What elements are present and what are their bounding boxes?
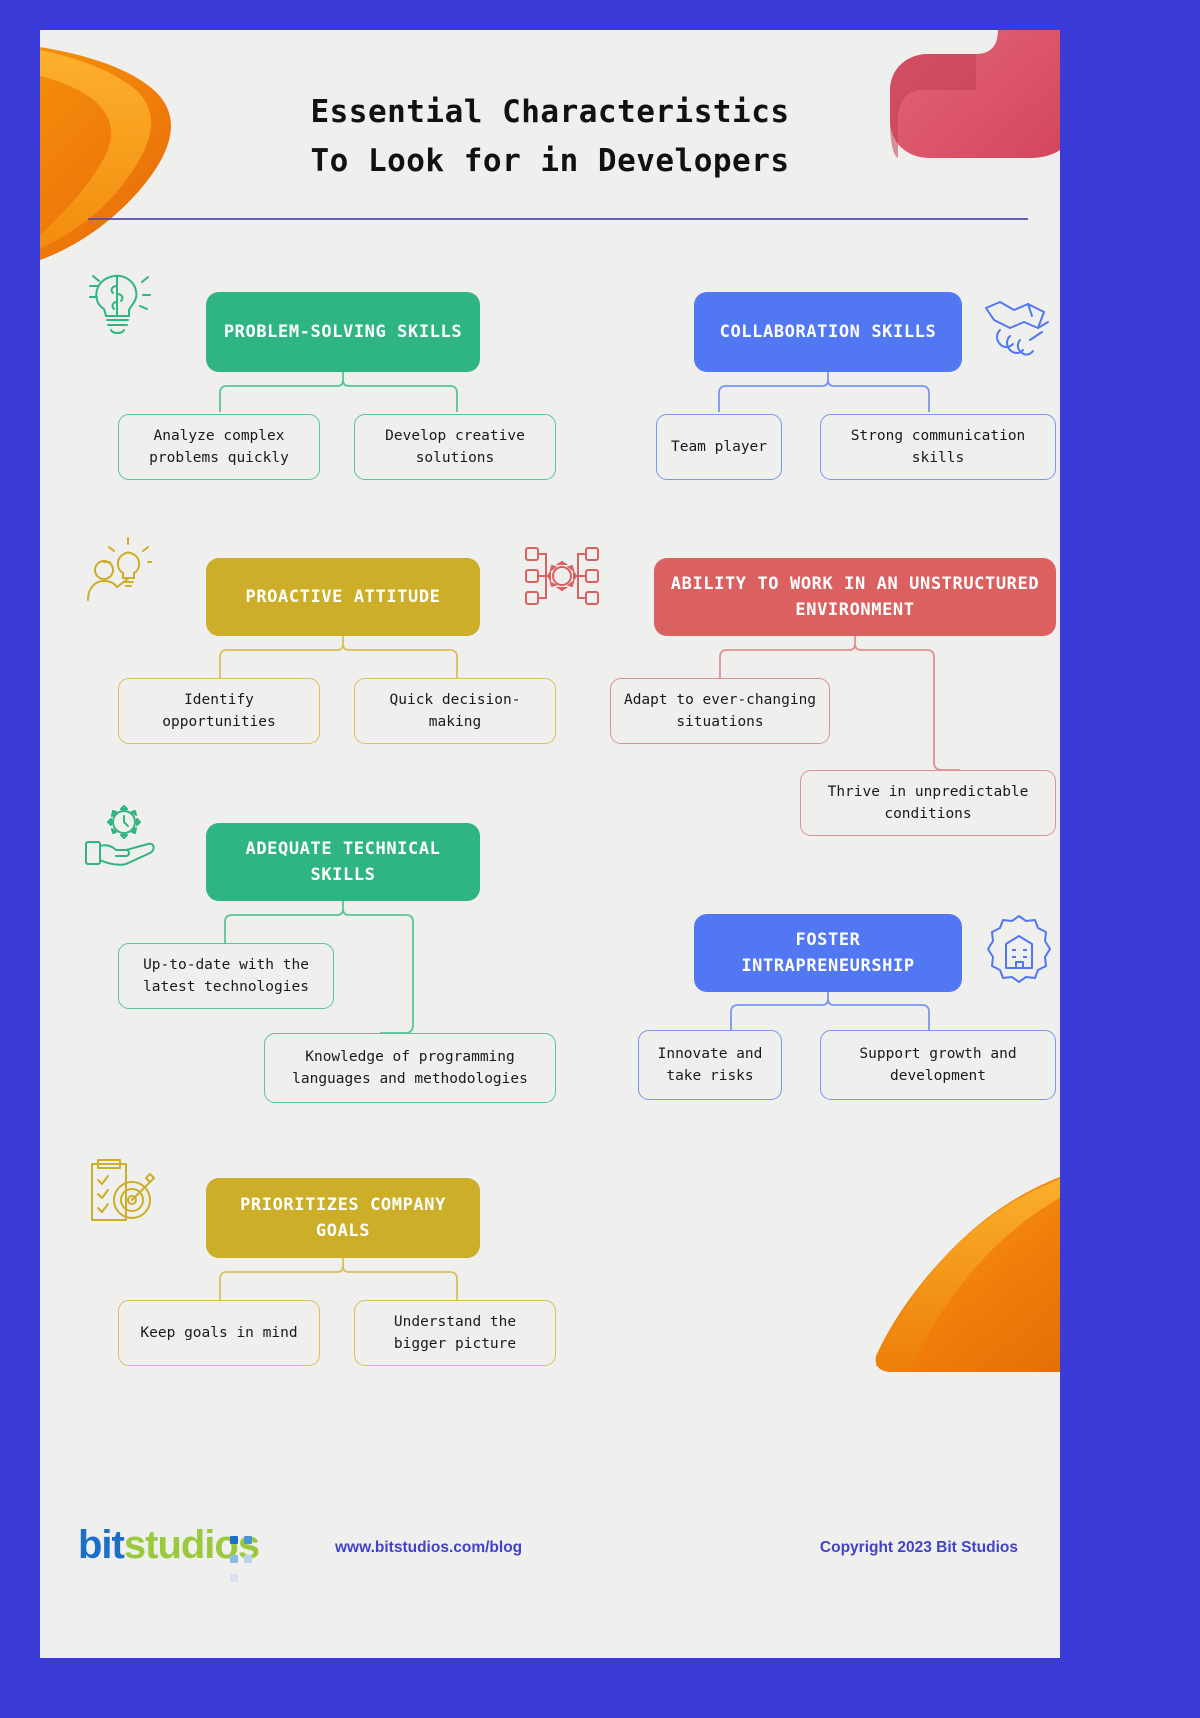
unstructured-environment-heading[interactable]: ABILITY TO WORK IN AN UNSTRUCTURED ENVIR… [654, 558, 1056, 636]
company-goals-leaf-2[interactable]: Understand the bigger picture [354, 1300, 556, 1366]
collaboration-heading[interactable]: COLLABORATION SKILLS [694, 292, 962, 372]
collaboration-leaf-2[interactable]: Strong communication skills [820, 414, 1056, 480]
proactive-attitude-leaf-2[interactable]: Quick decision-making [354, 678, 556, 744]
orange-ribbon-bottom-right-decoration [875, 1176, 1060, 1372]
technical-skills-leaf-1[interactable]: Up-to-date with the latest technologies [118, 943, 334, 1009]
blog-url-link[interactable]: www.bitstudios.com/blog [335, 1539, 522, 1557]
unstructured-environment-leaf-1[interactable]: Adapt to ever-changing situations [610, 678, 830, 744]
footer: bitstudios www.bitstudios.com/blog Copyr… [40, 1500, 1060, 1620]
bit-studios-logo[interactable]: bitstudios [78, 1523, 260, 1582]
unstructured-environment-connector-to-leaf-2 [933, 678, 960, 770]
technical-skills-heading[interactable]: ADEQUATE TECHNICAL SKILLS [206, 823, 480, 901]
gear-nodes-icon [525, 547, 599, 605]
foster-intrapreneurship-connectors [730, 992, 930, 1030]
company-goals-leaf-1[interactable]: Keep goals in mind [118, 1300, 320, 1366]
foster-intrapreneurship-leaf-2[interactable]: Support growth and development [820, 1030, 1056, 1100]
hand-gear-icon [85, 805, 155, 866]
technical-skills-connector-to-leaf-2 [380, 943, 414, 1033]
page-title-line-1: Essential Characteristics [310, 94, 790, 130]
proactive-attitude-leaf-1[interactable]: Identify opportunities [118, 678, 320, 744]
collaboration-connectors [718, 372, 930, 412]
clipboard-target-icon [91, 1159, 155, 1221]
copyright-text: Copyright 2023 Bit Studios [819, 1539, 1018, 1556]
foster-intrapreneurship-heading[interactable]: FOSTER INTRAPRENEURSHIP [694, 914, 962, 992]
problem-solving-leaf-2[interactable]: Develop creative solutions [354, 414, 556, 480]
infographic-canvas: Essential Characteristics To Look for in… [40, 30, 1060, 1658]
logo-bit-text: bit [78, 1523, 125, 1567]
header-divider [88, 218, 1028, 220]
page-title-line-2: To Look for in Developers [310, 143, 790, 179]
handshake-icon [985, 301, 1049, 356]
unstructured-environment-leaf-2[interactable]: Thrive in unpredictable conditions [800, 770, 1056, 836]
company-goals-connectors [219, 1258, 458, 1300]
proactive-attitude-heading[interactable]: PROACTIVE ATTITUDE [206, 558, 480, 636]
technical-skills-leaf-2[interactable]: Knowledge of programming languages and m… [264, 1033, 556, 1103]
proactive-attitude-connectors [219, 636, 458, 678]
problem-solving-heading[interactable]: PROBLEM-SOLVING SKILLS [206, 292, 480, 372]
building-gear-icon [987, 915, 1051, 983]
logo-dots-decoration [230, 1529, 259, 1586]
foster-intrapreneurship-leaf-1[interactable]: Innovate and take risks [638, 1030, 782, 1100]
person-idea-icon [87, 537, 152, 601]
unstructured-environment-connectors [719, 636, 935, 678]
problem-solving-leaf-1[interactable]: Analyze complex problems quickly [118, 414, 320, 480]
technical-skills-connectors [224, 901, 414, 943]
page-title: Essential Characteristics To Look for in… [40, 88, 1060, 186]
collaboration-leaf-1[interactable]: Team player [656, 414, 782, 480]
company-goals-heading[interactable]: PRIORITIZES COMPANY GOALS [206, 1178, 480, 1258]
lightbulb-brain-icon [89, 274, 151, 334]
problem-solving-connectors [219, 372, 458, 412]
